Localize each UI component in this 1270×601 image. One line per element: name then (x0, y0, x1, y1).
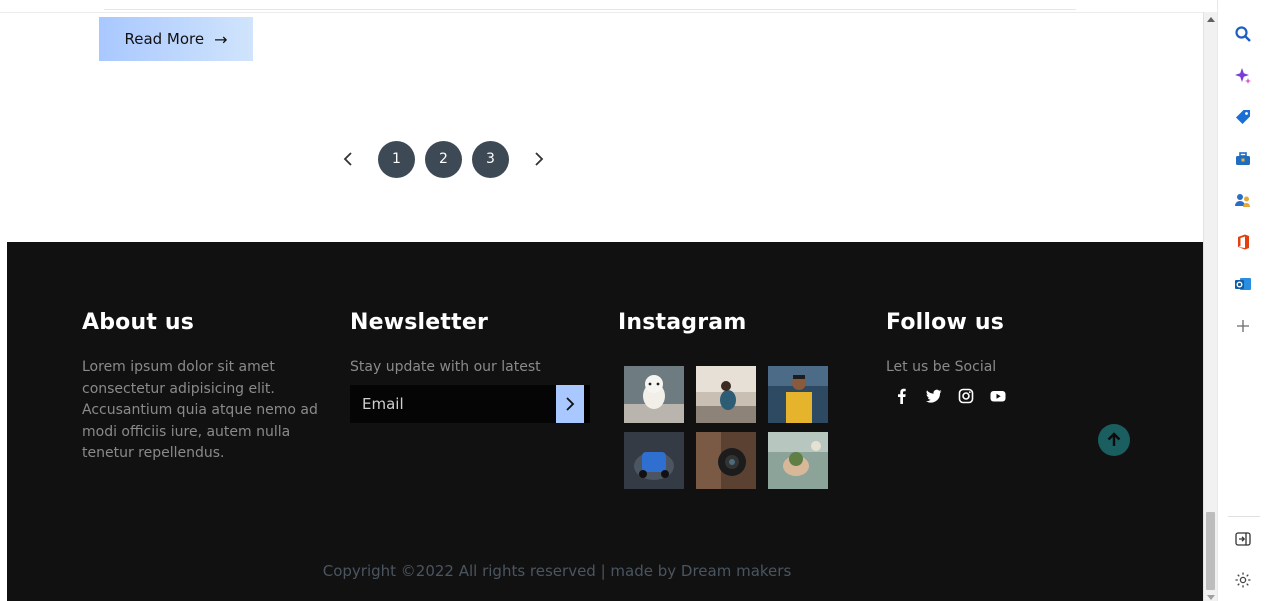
arrow-up-icon (1107, 432, 1121, 446)
sidebar-toggle-icon (1235, 532, 1251, 546)
instagram-section: Instagram (618, 310, 848, 489)
sidebar-divider (1228, 516, 1260, 517)
newsletter-text: Stay update with our latest (350, 359, 541, 375)
youtube-link[interactable] (990, 388, 1006, 404)
facebook-link[interactable] (894, 388, 910, 404)
sidebar-toggle-button[interactable] (1233, 529, 1253, 549)
page-3-button[interactable]: 3 (472, 140, 509, 178)
sidebar-settings-button[interactable] (1233, 570, 1253, 590)
youtube-icon (990, 390, 1006, 401)
woman-by-window-photo[interactable] (696, 366, 756, 423)
sidebar-office-button[interactable] (1233, 232, 1253, 252)
facebook-icon (898, 388, 906, 404)
previous-page-button[interactable] (337, 138, 359, 180)
email-input[interactable] (350, 384, 556, 423)
about-text: Lorem ipsum dolor sit amet consectetur a… (82, 359, 318, 461)
pagination: 1 2 3 (337, 138, 550, 180)
instagram-icon (958, 388, 974, 403)
sidebar-search-button[interactable] (1233, 24, 1253, 44)
social-links (886, 388, 1086, 404)
next-page-button[interactable] (528, 138, 550, 180)
copyright-text: Copyright ©2022 All rights reserved | ma… (322, 562, 792, 580)
shopping-tag-icon (1236, 110, 1250, 124)
hand-holding-plant-photo[interactable] (768, 432, 828, 489)
twitter-link[interactable] (926, 388, 942, 404)
page-1-button[interactable]: 1 (378, 140, 415, 178)
about-section: About us Lorem ipsum dolor sit amet cons… (82, 310, 322, 465)
footer: About us Lorem ipsum dolor sit amet cons… (7, 242, 1203, 601)
scrollbar-thumb[interactable] (1206, 512, 1215, 590)
search-icon (1235, 26, 1251, 42)
subscribe-button[interactable] (556, 384, 584, 423)
settings-icon (1235, 572, 1251, 588)
divider (104, 9, 1076, 10)
scroll-down-arrow[interactable] (1207, 595, 1215, 600)
white-dog-photo[interactable] (624, 366, 684, 423)
man-in-yellow-shirt-photo[interactable] (768, 366, 828, 423)
follow-section: Follow us Let us be Social (886, 310, 1086, 404)
follow-title: Follow us (886, 310, 1004, 335)
page-scrollbar[interactable] (1203, 12, 1217, 601)
tools-icon (1236, 152, 1250, 165)
camera-lens-photo[interactable] (696, 432, 756, 489)
browser-sidebar (1217, 0, 1270, 601)
web-page: Read More → 1 2 3 About us Lorem ipsum d… (0, 0, 1203, 601)
instagram-title: Instagram (618, 310, 747, 335)
chevron-left-icon (343, 152, 352, 166)
read-more-label: Read More (124, 30, 205, 48)
blue-toy-car-photo[interactable] (624, 432, 684, 489)
add-icon (1237, 320, 1249, 332)
scroll-up-arrow[interactable] (1207, 17, 1215, 22)
instagram-link[interactable] (958, 388, 974, 404)
sidebar-people-button[interactable] (1233, 190, 1253, 210)
page-2-button[interactable]: 2 (425, 140, 462, 178)
office-icon (1238, 234, 1249, 250)
divider (0, 12, 1203, 13)
sidebar-copilot-button[interactable] (1233, 66, 1253, 86)
chevron-right-icon (566, 396, 575, 411)
scroll-to-top-button[interactable] (1098, 424, 1130, 456)
read-more-button[interactable]: Read More → (99, 17, 253, 61)
newsletter-form (350, 384, 590, 423)
about-title: About us (82, 310, 195, 335)
newsletter-title: Newsletter (350, 310, 489, 335)
chevron-right-icon (535, 152, 544, 166)
sidebar-tools-button[interactable] (1233, 149, 1253, 169)
newsletter-section: Newsletter Stay update with our latest (350, 310, 595, 423)
people-icon (1235, 194, 1250, 207)
follow-text: Let us be Social (886, 359, 997, 375)
outlook-icon (1235, 278, 1251, 290)
twitter-icon (926, 389, 942, 403)
sidebar-add-button[interactable] (1233, 316, 1253, 336)
instagram-grid (624, 366, 828, 489)
sidebar-outlook-button[interactable] (1233, 274, 1253, 294)
sidebar-shopping-button[interactable] (1233, 107, 1253, 127)
copilot-icon (1235, 68, 1251, 84)
arrow-right-icon: → (214, 29, 228, 49)
